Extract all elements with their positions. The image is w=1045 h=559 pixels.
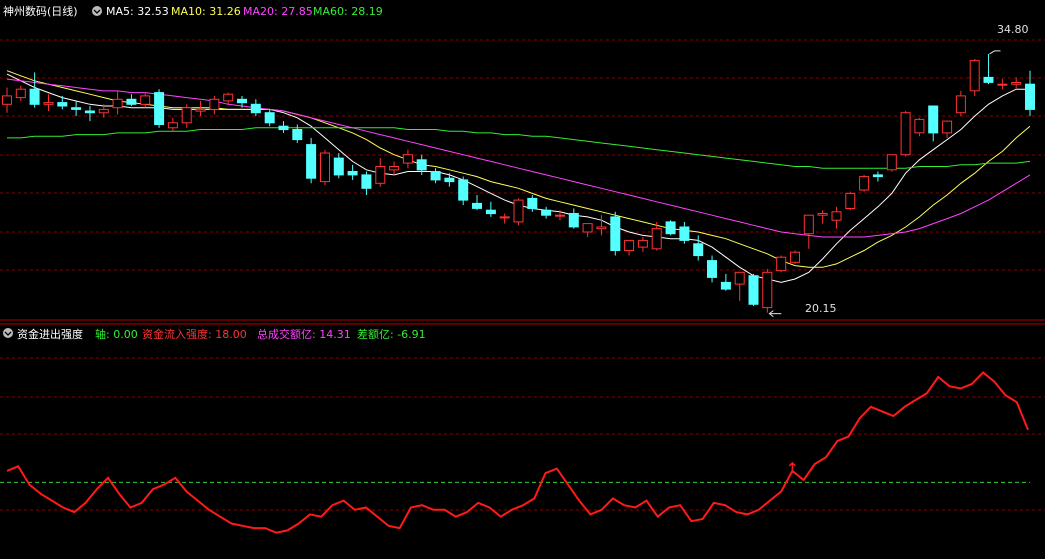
- candle: [485, 201, 496, 217]
- candle: [195, 100, 206, 117]
- candle: [693, 235, 704, 261]
- candle: [568, 208, 579, 229]
- stock-title: 神州数码(日线): [3, 4, 78, 18]
- candle: [430, 168, 441, 184]
- candle: [167, 117, 178, 132]
- candle: [402, 149, 413, 169]
- candle: [84, 106, 95, 122]
- candle: [1011, 77, 1022, 90]
- candle: [776, 255, 787, 273]
- legend-axis: 轴: 0.00: [95, 327, 138, 341]
- candle: [596, 215, 607, 236]
- candle: [969, 58, 980, 96]
- top-legend: 神州数码(日线) MA5: 32.53 MA10: 31.26 MA20: 27…: [3, 4, 383, 18]
- candle: [762, 268, 773, 313]
- candle: [790, 250, 800, 264]
- candle: [817, 210, 828, 224]
- candle: [43, 94, 54, 112]
- candle: [347, 164, 358, 180]
- high-arrow: [989, 50, 1001, 55]
- legend-ma10: MA10: 31.26: [171, 5, 241, 18]
- legend-difference: 差额亿: -6.91: [357, 327, 426, 341]
- candle: [306, 137, 317, 184]
- candle: [250, 99, 261, 117]
- candle: [679, 221, 690, 244]
- legend-total-turnover: 总成交额亿: 14.31: [257, 327, 351, 341]
- candle: [320, 149, 330, 185]
- candle: [333, 153, 344, 179]
- legend-inflow: 资金流入强度: 18.00: [142, 327, 247, 341]
- candle: [71, 100, 82, 117]
- candle: [140, 92, 151, 108]
- candle: [2, 87, 12, 113]
- candle: [223, 92, 234, 105]
- ma-line-ma60: [7, 127, 1031, 169]
- legend-ma60: MA60: 28.19: [313, 5, 383, 18]
- candle: [914, 117, 925, 137]
- candle: [707, 255, 717, 283]
- candle: [264, 109, 275, 127]
- candle: [859, 174, 870, 192]
- high-price-label: 34.80: [997, 23, 1029, 36]
- candle: [209, 95, 220, 115]
- candle: [375, 158, 386, 187]
- candle: [513, 198, 524, 226]
- candle: [112, 90, 123, 115]
- candle: [665, 220, 676, 236]
- candle: [637, 237, 648, 253]
- candlesticks: [2, 53, 1035, 313]
- candle: [831, 206, 842, 229]
- candle: [181, 104, 192, 128]
- chevron-down-icon[interactable]: [92, 6, 102, 16]
- bottom-legend: 资金进出强度 轴: 0.00 资金流入强度: 18.00 总成交额亿: 14.3…: [3, 327, 426, 341]
- candle: [154, 89, 165, 128]
- candle: [983, 53, 994, 85]
- stock-chart: 神州数码(日线) MA5: 32.53 MA10: 31.26 MA20: 27…: [0, 4, 1045, 534]
- candle: [748, 274, 759, 306]
- candle: [472, 195, 482, 211]
- candle: [955, 90, 966, 117]
- candle: [458, 176, 469, 206]
- candle: [734, 271, 745, 301]
- candle: [361, 171, 372, 196]
- chevron-down-icon[interactable]: [3, 328, 13, 338]
- candle: [15, 85, 26, 101]
- candle: [610, 211, 621, 256]
- legend-ma5: MA5: 32.53: [106, 5, 169, 18]
- candle: [499, 213, 510, 224]
- candle: [872, 171, 883, 182]
- candle: [278, 121, 289, 133]
- candle: [997, 79, 1008, 90]
- low-price-label: 20.15: [805, 302, 837, 315]
- candle: [942, 120, 953, 138]
- candle: [624, 239, 635, 256]
- candle: [900, 111, 911, 157]
- indicator-title: 资金进出强度: [17, 327, 83, 341]
- candle: [126, 94, 137, 106]
- candle: [292, 124, 303, 143]
- candle: [582, 223, 593, 238]
- candle: [886, 154, 897, 172]
- candle: [389, 161, 400, 175]
- candle: [720, 274, 731, 291]
- candle: [444, 173, 455, 187]
- candle: [928, 105, 939, 142]
- candle: [845, 191, 856, 211]
- price-annotations: [768, 50, 1001, 318]
- indicator-panel: [0, 371, 1030, 534]
- legend-ma20: MA20: 27.85: [243, 5, 313, 18]
- candle: [803, 214, 814, 249]
- candle: [541, 206, 552, 219]
